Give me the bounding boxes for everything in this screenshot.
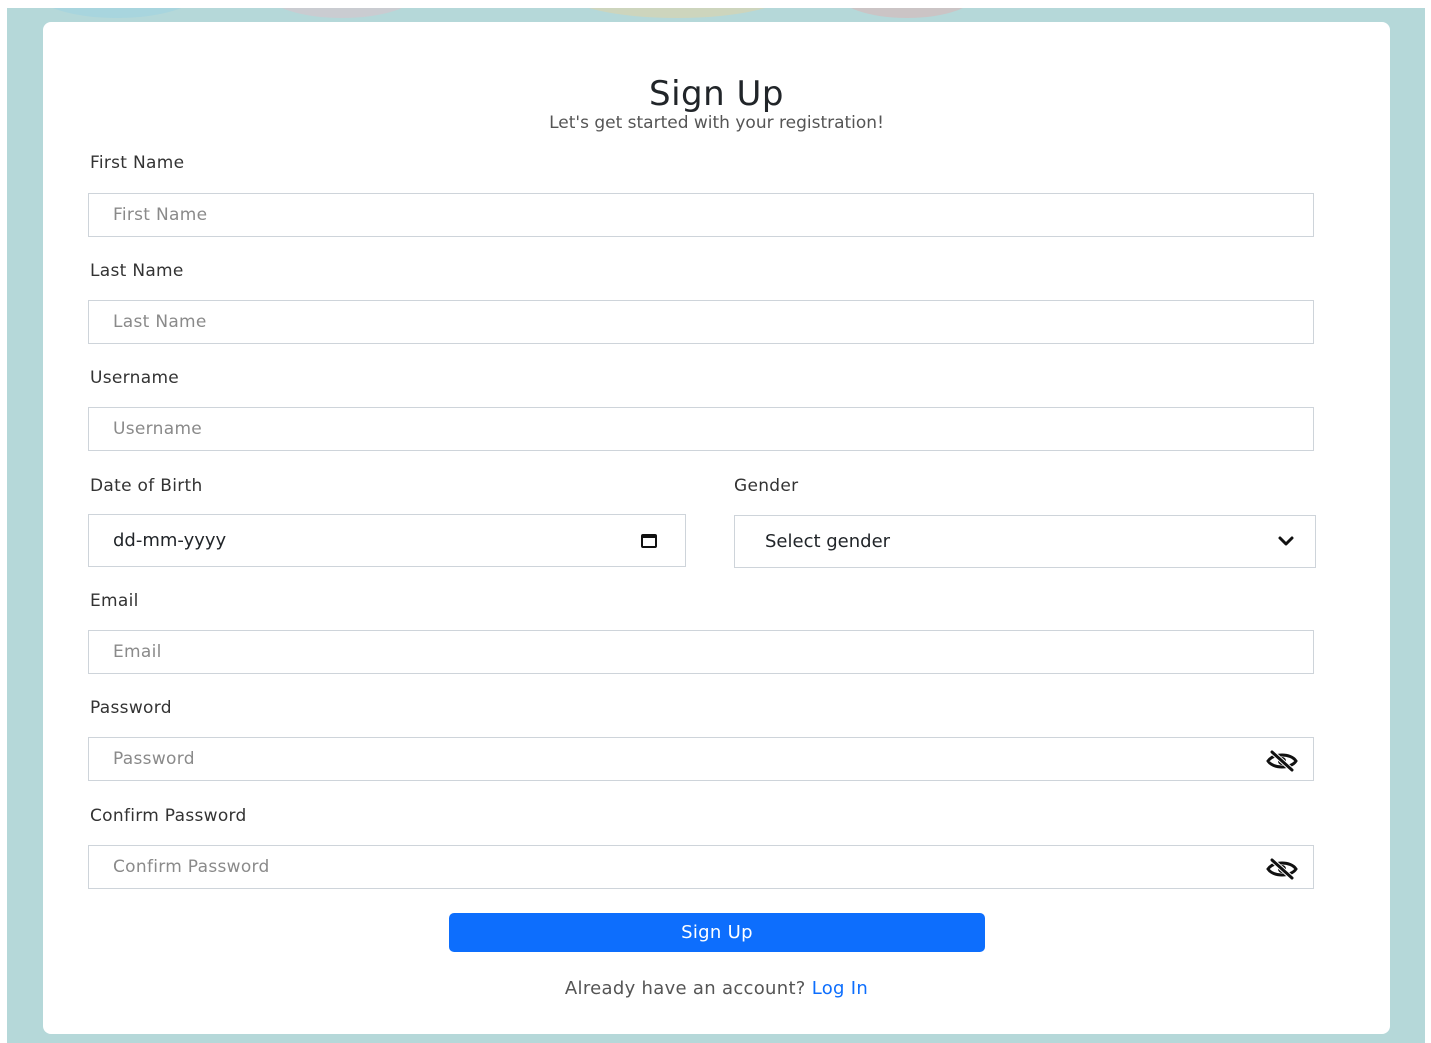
confirm-password-input[interactable] bbox=[89, 846, 1313, 888]
page-subtitle: Let's get started with your registration… bbox=[549, 113, 884, 133]
email-field-wrapper bbox=[88, 630, 1314, 674]
confirm-password-label: Confirm Password bbox=[90, 806, 247, 826]
signup-card: Sign Up Let's get started with your regi… bbox=[43, 22, 1390, 1034]
calendar-icon[interactable] bbox=[641, 534, 657, 548]
last-name-field-wrapper bbox=[88, 300, 1314, 344]
dob-value: dd-mm-yyyy bbox=[113, 530, 227, 551]
email-input[interactable] bbox=[89, 631, 1313, 673]
gender-label: Gender bbox=[734, 476, 799, 496]
confirm-password-field-wrapper bbox=[88, 845, 1314, 889]
username-field-wrapper bbox=[88, 407, 1314, 451]
decorative-shape bbox=[267, 8, 417, 18]
first-name-field-wrapper bbox=[88, 193, 1314, 237]
login-prompt: Already have an account? Log In bbox=[43, 978, 1390, 999]
email-label: Email bbox=[90, 591, 139, 611]
username-input[interactable] bbox=[89, 408, 1313, 450]
last-name-input[interactable] bbox=[89, 301, 1313, 343]
password-field-wrapper bbox=[88, 737, 1314, 781]
login-prompt-text: Already have an account? bbox=[564, 978, 806, 999]
dob-label: Date of Birth bbox=[90, 476, 203, 496]
decorative-shape bbox=[567, 8, 787, 18]
eye-slash-icon[interactable] bbox=[1265, 858, 1299, 880]
login-link[interactable]: Log In bbox=[812, 978, 868, 999]
gender-select[interactable]: Select gender bbox=[734, 515, 1316, 568]
username-label: Username bbox=[90, 368, 180, 388]
last-name-label: Last Name bbox=[90, 261, 184, 281]
chevron-down-icon bbox=[1277, 530, 1295, 552]
password-input[interactable] bbox=[89, 738, 1313, 780]
gender-selected-value: Select gender bbox=[765, 531, 891, 552]
password-label: Password bbox=[90, 698, 172, 718]
eye-slash-icon[interactable] bbox=[1265, 750, 1299, 772]
decorative-shape bbox=[837, 8, 977, 18]
first-name-label: First Name bbox=[90, 153, 185, 173]
first-name-input[interactable] bbox=[89, 194, 1313, 236]
decorative-shape bbox=[37, 8, 197, 18]
dob-input[interactable]: dd-mm-yyyy bbox=[88, 514, 686, 567]
page-title: Sign Up bbox=[649, 74, 784, 114]
sign-up-button[interactable]: Sign Up bbox=[449, 913, 985, 952]
